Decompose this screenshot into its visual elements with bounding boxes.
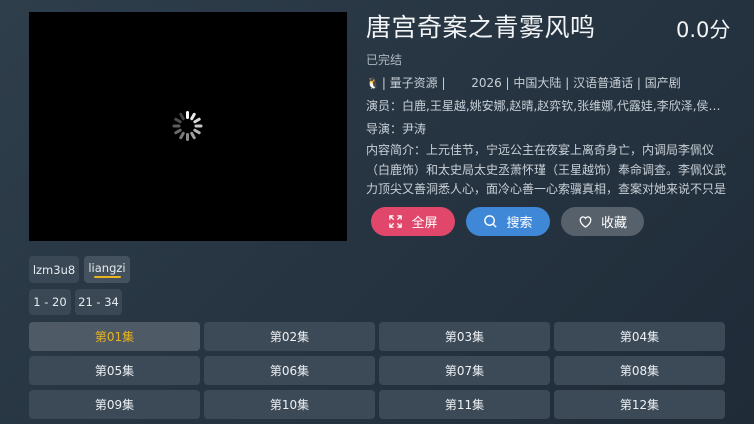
search-icon — [484, 215, 498, 228]
video-player[interactable] — [29, 12, 347, 241]
penguin-icon: 🐧 — [366, 77, 380, 90]
episode-grid: 第01集 第02集 第03集 第04集 第05集 第06集 第07集 第08集 … — [29, 322, 725, 419]
episode-range-21-34[interactable]: 21 - 34 — [75, 289, 122, 315]
meta-info: 🐧 | 量子资源 | 2026 | 中国大陆 | 汉语普通话 | 国产剧 — [366, 74, 681, 91]
episode-button-03[interactable]: 第03集 — [379, 322, 550, 351]
episode-button-09[interactable]: 第09集 — [29, 390, 200, 419]
episode-range-1-20[interactable]: 1 - 20 — [29, 289, 71, 315]
search-label: 搜索 — [506, 216, 533, 231]
fullscreen-icon — [389, 215, 403, 228]
episode-button-04[interactable]: 第04集 — [554, 322, 725, 351]
episode-button-11[interactable]: 第11集 — [379, 390, 550, 419]
source-tab-liangzi[interactable]: liangzi — [84, 256, 130, 283]
selected-indicator — [93, 276, 121, 278]
loading-spinner-icon — [172, 111, 203, 141]
video-title: 唐宫奇案之青雾风鸣 — [366, 13, 596, 42]
source-tab-label: liangzi — [88, 261, 126, 275]
search-button[interactable]: 搜索 — [466, 207, 550, 236]
episode-button-10[interactable]: 第10集 — [204, 390, 375, 419]
episode-button-06[interactable]: 第06集 — [204, 356, 375, 385]
favorite-button[interactable]: 收藏 — [561, 207, 644, 236]
cast-list: 演员：白鹿,王星越,姚安娜,赵晴,赵弈钦,张维娜,代露娃,李欣泽,侯长荣... — [366, 99, 730, 113]
status-text: 已完结 — [366, 53, 403, 67]
director: 导演：尹涛 — [366, 122, 427, 136]
heart-icon — [579, 216, 592, 228]
episode-button-02[interactable]: 第02集 — [204, 322, 375, 351]
source-tab-lzm3u8[interactable]: lzm3u8 — [29, 256, 79, 283]
source-tab-label: lzm3u8 — [32, 262, 76, 277]
synopsis: 内容简介：上元佳节，宁远公主在夜宴上离奇身亡，内调局李佩仪（白鹿饰）和太史局太史… — [366, 143, 727, 196]
episode-button-07[interactable]: 第07集 — [379, 356, 550, 385]
episode-button-05[interactable]: 第05集 — [29, 356, 200, 385]
rating-score: 0.0分 — [676, 18, 731, 42]
fullscreen-label: 全屏 — [411, 216, 438, 231]
favorite-label: 收藏 — [600, 216, 627, 231]
info-text: 2026 | 中国大陆 | 汉语普通话 | 国产剧 — [471, 76, 681, 90]
episode-button-12[interactable]: 第12集 — [554, 390, 725, 419]
fullscreen-button[interactable]: 全屏 — [371, 207, 455, 236]
episode-button-01[interactable]: 第01集 — [29, 322, 200, 351]
episode-button-08[interactable]: 第08集 — [554, 356, 725, 385]
source-name: | 量子资源 | — [381, 76, 446, 90]
